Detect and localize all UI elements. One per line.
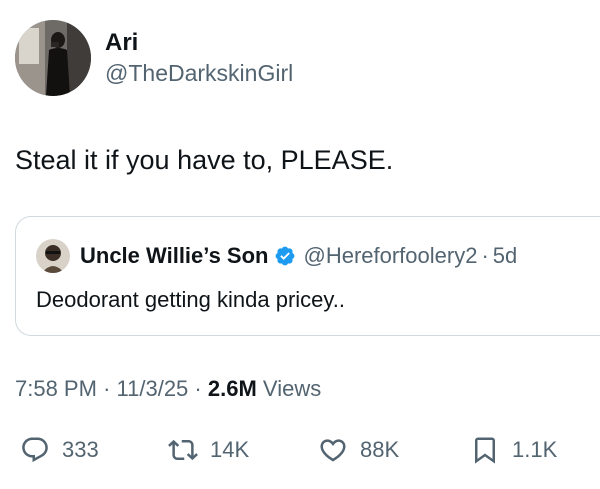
author-handle[interactable]: @TheDarkskinGirl xyxy=(105,59,293,87)
meta-separator: · xyxy=(194,376,202,401)
views-count: 2.6M xyxy=(207,376,257,401)
quoted-tweet-time: 5d xyxy=(492,243,518,268)
tweet-text: Steal it if you have to, PLEASE. xyxy=(15,145,394,175)
quoted-author-avatar xyxy=(36,239,70,273)
author-names: Ari @TheDarkskinGirl xyxy=(105,29,293,87)
tweet-date[interactable]: 11/3/25 xyxy=(117,376,189,401)
tweet-actions: 333 14K 88K 1.1K xyxy=(0,430,600,470)
repost-button[interactable]: 14K xyxy=(168,430,249,470)
quoted-author-handle: @Hereforfoolery2 xyxy=(303,243,478,268)
bookmark-icon xyxy=(475,437,495,464)
repost-count: 14K xyxy=(210,437,250,462)
bookmark-count: 1.1K xyxy=(512,437,558,462)
reply-count: 333 xyxy=(62,437,99,462)
like-count: 88K xyxy=(360,437,400,462)
views-label: Views xyxy=(262,376,322,401)
tweet-header: Ari @TheDarkskinGirl xyxy=(15,20,293,96)
tweet-meta: 7:58 PM · 11/3/25 · 2.6M Views xyxy=(15,376,321,402)
tweet-time[interactable]: 7:58 PM xyxy=(15,376,97,401)
quoted-author-display-name: Uncle Willie’s Son xyxy=(80,243,269,268)
author-display-name[interactable]: Ari xyxy=(105,29,293,57)
meta-separator: · xyxy=(103,376,111,401)
quoted-tweet-header: Uncle Willie’s Son @Hereforfoolery2 · 5d xyxy=(36,239,517,273)
quoted-tweet-text: Deodorant getting kinda pricey.. xyxy=(36,287,345,312)
reply-icon xyxy=(22,437,48,463)
quoted-separator: · xyxy=(481,243,489,268)
author-avatar[interactable] xyxy=(15,20,91,96)
like-button[interactable]: 88K xyxy=(318,430,399,470)
reply-button[interactable]: 333 xyxy=(20,430,99,470)
repost-icon xyxy=(168,439,198,461)
bookmark-button[interactable]: 1.1K xyxy=(470,430,557,470)
quoted-tweet-card[interactable]: Uncle Willie’s Son @Hereforfoolery2 · 5d… xyxy=(15,216,600,336)
verified-badge-icon xyxy=(276,246,295,266)
like-icon xyxy=(320,439,346,462)
